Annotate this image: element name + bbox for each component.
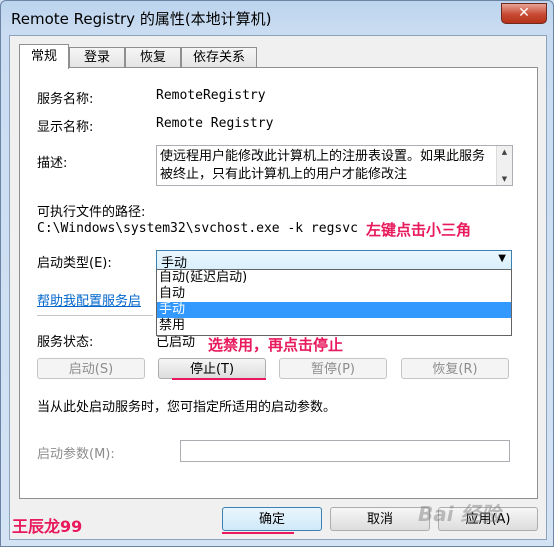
watermark-logo: Bai 经验 — [418, 502, 501, 526]
tab-general[interactable]: 常规 — [19, 44, 69, 69]
separator — [37, 315, 153, 316]
scroll-down-icon[interactable]: ▼ — [497, 173, 512, 185]
stop-button-underline — [172, 378, 266, 380]
resume-button[interactable]: 恢复(R) — [401, 358, 509, 379]
service-name-value: RemoteRegistry — [156, 88, 266, 103]
tab-dependencies[interactable]: 依存关系 — [181, 47, 257, 68]
author-signature: 王辰龙99 — [12, 517, 83, 536]
start-parameters-hint: 当从此处启动服务时，您可指定所适用的启动参数。 — [37, 400, 337, 415]
tab-logon[interactable]: 登录 — [69, 47, 125, 68]
start-parameters-label: 启动参数(M): — [37, 447, 115, 462]
service-name-label: 服务名称: — [37, 92, 94, 107]
pause-button[interactable]: 暂停(P) — [279, 358, 387, 379]
annotation-click-triangle: 左键点击小三角 — [366, 221, 472, 239]
scroll-up-icon[interactable]: ▲ — [497, 146, 512, 158]
start-button[interactable]: 启动(S) — [37, 358, 145, 379]
display-name-label: 显示名称: — [37, 120, 94, 135]
display-name-value: Remote Registry — [156, 116, 274, 131]
stop-button[interactable]: 停止(T) — [158, 358, 266, 379]
option-auto[interactable]: 自动 — [157, 286, 511, 302]
ok-button-underline — [222, 532, 294, 534]
exe-path-label: 可执行文件的路径: — [37, 205, 146, 220]
start-parameters-input[interactable] — [180, 440, 510, 462]
title-bar[interactable]: Remote Registry 的属性(本地计算机) ✕ — [1, 1, 553, 35]
startup-type-select[interactable]: 手动 ▼ — [156, 250, 512, 271]
description-text: 使远程用户能修改此计算机上的注册表设置。如果此服务被终止，只有此计算机上的用户才… — [160, 149, 486, 182]
description-box[interactable]: 使远程用户能修改此计算机上的注册表设置。如果此服务被终止，只有此计算机上的用户才… — [156, 145, 513, 186]
option-disabled[interactable]: 禁用 — [157, 318, 511, 334]
general-tab-panel: 服务名称: RemoteRegistry 显示名称: Remote Regist… — [19, 67, 538, 499]
properties-window: Remote Registry 的属性(本地计算机) ✕ 常规 登录 恢复 依存… — [0, 0, 554, 547]
dialog-client-area: 常规 登录 恢复 依存关系 服务名称: RemoteRegistry 显示名称:… — [9, 35, 547, 540]
help-configure-link[interactable]: 帮助我配置服务启 — [37, 290, 141, 309]
service-status-label: 服务状态: — [37, 335, 94, 350]
description-label: 描述: — [37, 156, 68, 171]
tab-recovery[interactable]: 恢复 — [125, 47, 181, 68]
description-scrollbar[interactable]: ▲ ▼ — [496, 146, 512, 185]
startup-type-dropdown: 自动(延迟启动) 自动 手动 禁用 — [156, 269, 512, 336]
exe-path-value: C:\Windows\system32\svchost.exe -k regsv… — [37, 221, 358, 236]
window-title: Remote Registry 的属性(本地计算机) — [11, 10, 272, 28]
option-manual[interactable]: 手动 — [157, 302, 511, 318]
startup-type-label: 启动类型(E): — [37, 256, 112, 271]
option-auto-delayed[interactable]: 自动(延迟启动) — [157, 270, 511, 286]
close-button[interactable]: ✕ — [501, 3, 547, 24]
dropdown-triangle-icon[interactable]: ▼ — [498, 253, 506, 264]
annotation-disable-then-stop: 选禁用，再点击停止 — [208, 336, 344, 354]
cancel-button[interactable]: 取消 — [330, 507, 430, 531]
ok-button[interactable]: 确定 — [222, 507, 322, 531]
close-icon: ✕ — [518, 5, 530, 21]
